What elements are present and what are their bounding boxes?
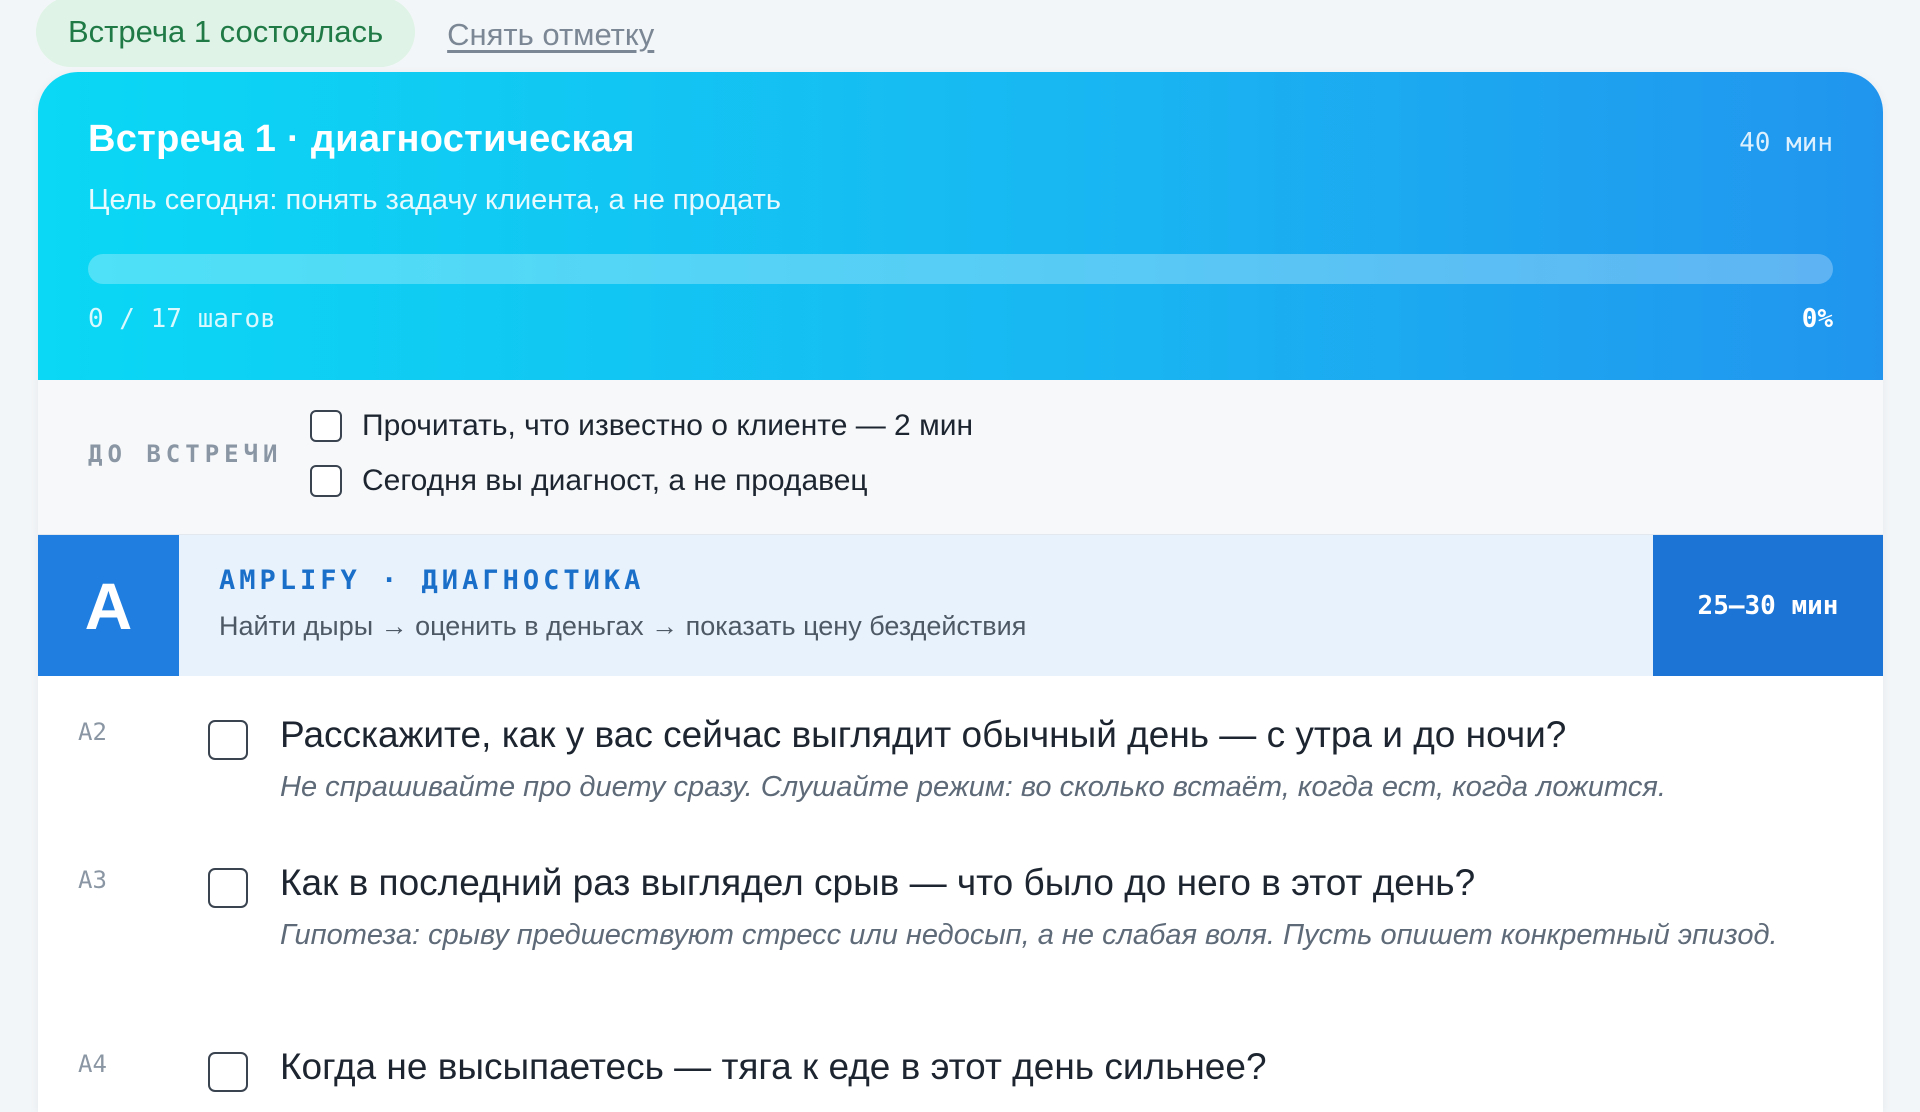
meeting-duration: 40 мин [1739, 128, 1833, 158]
meeting-header: Встреча 1 · диагностическая 40 мин Цель … [38, 72, 1883, 380]
checklist-item[interactable]: Сегодня вы диагност, а не продавец [310, 453, 973, 508]
question-item: A2 Расскажите, как у вас сейчас выглядит… [38, 676, 1883, 824]
meeting-met-badge: Встреча 1 состоялась [36, 0, 416, 67]
checklist-item-label: Прочитать, что известно о клиенте — 2 ми… [362, 408, 974, 442]
question-text: Когда не высыпаетесь — тяга к еде в этот… [280, 1046, 1267, 1087]
checklist-item-label: Сегодня вы диагност, а не продавец [362, 463, 868, 497]
meeting-status-bar: Встреча 1 состоялась Снять отметку [36, 0, 654, 70]
progress-bar [88, 254, 1833, 284]
section-name: AMPLIFY · ДИАГНОСТИКА [219, 565, 645, 596]
meeting-card: Встреча 1 · диагностическая 40 мин Цель … [38, 72, 1883, 1112]
checklist-item[interactable]: Прочитать, что известно о клиенте — 2 ми… [310, 398, 973, 453]
meeting-goal: Цель сегодня: понять задачу клиента, а н… [88, 184, 782, 216]
before-meeting-section: ДО ВСТРЕЧИ Прочитать, что известно о кли… [38, 380, 1883, 535]
section-letter: A [38, 535, 179, 676]
unmark-link[interactable]: Снять отметку [447, 17, 654, 53]
question-code: A2 [78, 718, 107, 746]
question-hint: Гипотеза: срыву предшествуют стресс или … [280, 918, 1778, 951]
section-time: 25–30 мин [1653, 535, 1883, 676]
question-text: Расскажите, как у вас сейчас выглядит об… [280, 714, 1567, 755]
question-checkbox[interactable] [208, 720, 248, 760]
question-code: A4 [78, 1050, 107, 1078]
section-info: AMPLIFY · ДИАГНОСТИКА Найти дыры → оцени… [179, 535, 1653, 676]
checkbox[interactable] [310, 464, 342, 497]
progress-percent: 0% [1801, 304, 1833, 334]
meeting-title: Встреча 1 · диагностическая [88, 118, 635, 160]
before-meeting-label: ДО ВСТРЕЧИ [88, 440, 283, 468]
steps-count: 0 / 17 шагов [88, 304, 276, 334]
question-hint: Не спрашивайте про диету сразу. Слушайте… [280, 770, 1666, 803]
section-description: Найти дыры → оценить в деньгах → показат… [219, 611, 1027, 641]
before-meeting-checklist: Прочитать, что известно о клиенте — 2 ми… [310, 398, 973, 508]
question-list: A2 Расскажите, как у вас сейчас выглядит… [38, 676, 1883, 1092]
question-checkbox[interactable] [208, 1052, 248, 1092]
question-text: Как в последний раз выглядел срыв — что … [280, 862, 1476, 903]
question-code: A3 [78, 866, 107, 894]
question-item: A4 Когда не высыпаетесь — тяга к еде в э… [38, 1008, 1883, 1092]
checkbox[interactable] [310, 409, 342, 442]
question-checkbox[interactable] [208, 868, 248, 908]
question-item: A3 Как в последний раз выглядел срыв — ч… [38, 824, 1883, 1008]
section-header-amplify: A AMPLIFY · ДИАГНОСТИКА Найти дыры → оце… [38, 535, 1883, 676]
